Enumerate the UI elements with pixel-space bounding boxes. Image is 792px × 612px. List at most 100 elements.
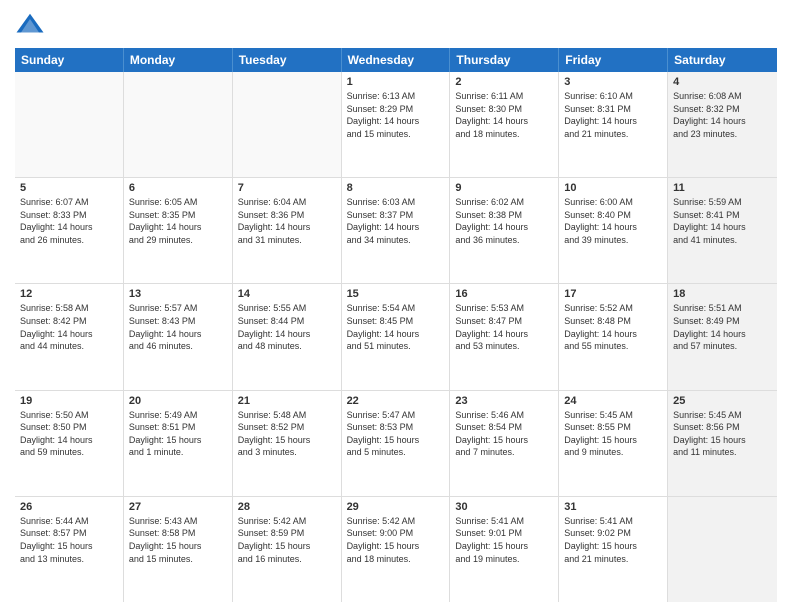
week-row-5: 26 Sunrise: 5:44 AM Sunset: 8:57 PM Dayli…: [15, 497, 777, 602]
day-cell-15: 15Sunrise: 5:54 AM Sunset: 8:45 PM Dayli…: [342, 284, 451, 389]
day-cell-25: 25 Sunrise: 5:45 AM Sunset: 8:56 PM Dayli…: [668, 391, 777, 496]
day-cell-26: 26 Sunrise: 5:44 AM Sunset: 8:57 PM Dayli…: [15, 497, 124, 602]
day-cell-30: 30Sunrise: 5:41 AM Sunset: 9:01 PM Dayli…: [450, 497, 559, 602]
day-header-thursday: Thursday: [450, 48, 559, 72]
day-info: Sunrise: 5:52 AM Sunset: 8:48 PM Dayligh…: [564, 302, 662, 352]
day-header-saturday: Saturday: [668, 48, 777, 72]
day-number: 25: [673, 395, 772, 407]
day-cell-29: 29 Sunrise: 5:42 AM Sunset: 9:00 PM Dayli…: [342, 497, 451, 602]
day-number: 29: [347, 501, 445, 513]
day-number: 6: [129, 182, 227, 194]
day-number: 11: [673, 182, 772, 194]
week-row-2: 5 Sunrise: 6:07 AM Sunset: 8:33 PM Daylig…: [15, 178, 777, 284]
day-cell-21: 21Sunrise: 5:48 AM Sunset: 8:52 PM Dayli…: [233, 391, 342, 496]
day-info: Sunrise: 5:51 AM Sunset: 8:49 PM Dayligh…: [673, 302, 772, 352]
day-number: 7: [238, 182, 336, 194]
day-number: 21: [238, 395, 336, 407]
day-number: 27: [129, 501, 227, 513]
day-number: 18: [673, 288, 772, 300]
day-info: Sunrise: 5:44 AM Sunset: 8:57 PM Dayligh…: [20, 515, 118, 565]
day-info: Sunrise: 6:13 AM Sunset: 8:29 PM Dayligh…: [347, 90, 445, 140]
day-number: 16: [455, 288, 553, 300]
day-number: 17: [564, 288, 662, 300]
day-cell-10: 10 Sunrise: 6:00 AM Sunset: 8:40 PM Dayli…: [559, 178, 668, 283]
day-cell-18: 18 Sunrise: 5:51 AM Sunset: 8:49 PM Dayli…: [668, 284, 777, 389]
day-number: 3: [564, 76, 662, 88]
week-row-4: 19Sunrise: 5:50 AM Sunset: 8:50 PM Dayli…: [15, 391, 777, 497]
day-cell-13: 13 Sunrise: 5:57 AM Sunset: 8:43 PM Dayli…: [124, 284, 233, 389]
logo-icon: [15, 10, 45, 40]
week-row-1: 1Sunrise: 6:13 AM Sunset: 8:29 PM Daylig…: [15, 72, 777, 178]
day-info: Sunrise: 5:42 AM Sunset: 8:59 PM Dayligh…: [238, 515, 336, 565]
day-number: 4: [673, 76, 772, 88]
day-number: 2: [455, 76, 553, 88]
day-info: Sunrise: 5:47 AM Sunset: 8:53 PM Dayligh…: [347, 409, 445, 459]
day-info: Sunrise: 6:00 AM Sunset: 8:40 PM Dayligh…: [564, 196, 662, 246]
day-info: Sunrise: 5:41 AM Sunset: 9:01 PM Dayligh…: [455, 515, 553, 565]
day-number: 31: [564, 501, 662, 513]
day-cell-9: 9 Sunrise: 6:02 AM Sunset: 8:38 PM Daylig…: [450, 178, 559, 283]
empty-cell: [668, 497, 777, 602]
day-cell-2: 2 Sunrise: 6:11 AM Sunset: 8:30 PM Daylig…: [450, 72, 559, 177]
day-number: 12: [20, 288, 118, 300]
day-number: 13: [129, 288, 227, 300]
day-header-tuesday: Tuesday: [233, 48, 342, 72]
empty-cell: [233, 72, 342, 177]
day-info: Sunrise: 5:49 AM Sunset: 8:51 PM Dayligh…: [129, 409, 227, 459]
day-info: Sunrise: 5:45 AM Sunset: 8:56 PM Dayligh…: [673, 409, 772, 459]
page: SundayMondayTuesdayWednesdayThursdayFrid…: [0, 0, 792, 612]
day-number: 9: [455, 182, 553, 194]
day-header-friday: Friday: [559, 48, 668, 72]
day-cell-17: 17 Sunrise: 5:52 AM Sunset: 8:48 PM Dayli…: [559, 284, 668, 389]
logo: [15, 10, 49, 40]
day-cell-5: 5 Sunrise: 6:07 AM Sunset: 8:33 PM Daylig…: [15, 178, 124, 283]
day-info: Sunrise: 5:55 AM Sunset: 8:44 PM Dayligh…: [238, 302, 336, 352]
day-header-wednesday: Wednesday: [342, 48, 451, 72]
day-cell-20: 20 Sunrise: 5:49 AM Sunset: 8:51 PM Dayli…: [124, 391, 233, 496]
day-info: Sunrise: 5:45 AM Sunset: 8:55 PM Dayligh…: [564, 409, 662, 459]
day-cell-16: 16Sunrise: 5:53 AM Sunset: 8:47 PM Dayli…: [450, 284, 559, 389]
day-cell-4: 4 Sunrise: 6:08 AM Sunset: 8:32 PM Daylig…: [668, 72, 777, 177]
day-info: Sunrise: 5:43 AM Sunset: 8:58 PM Dayligh…: [129, 515, 227, 565]
day-cell-27: 27 Sunrise: 5:43 AM Sunset: 8:58 PM Dayli…: [124, 497, 233, 602]
day-number: 28: [238, 501, 336, 513]
day-info: Sunrise: 6:10 AM Sunset: 8:31 PM Dayligh…: [564, 90, 662, 140]
day-number: 10: [564, 182, 662, 194]
day-cell-14: 14Sunrise: 5:55 AM Sunset: 8:44 PM Dayli…: [233, 284, 342, 389]
day-cell-23: 23Sunrise: 5:46 AM Sunset: 8:54 PM Dayli…: [450, 391, 559, 496]
day-info: Sunrise: 5:54 AM Sunset: 8:45 PM Dayligh…: [347, 302, 445, 352]
day-cell-22: 22Sunrise: 5:47 AM Sunset: 8:53 PM Dayli…: [342, 391, 451, 496]
calendar-header: SundayMondayTuesdayWednesdayThursdayFrid…: [15, 48, 777, 72]
day-number: 24: [564, 395, 662, 407]
day-cell-7: 7 Sunrise: 6:04 AM Sunset: 8:36 PM Daylig…: [233, 178, 342, 283]
day-info: Sunrise: 5:42 AM Sunset: 9:00 PM Dayligh…: [347, 515, 445, 565]
day-number: 20: [129, 395, 227, 407]
day-header-sunday: Sunday: [15, 48, 124, 72]
day-info: Sunrise: 5:41 AM Sunset: 9:02 PM Dayligh…: [564, 515, 662, 565]
day-cell-8: 8 Sunrise: 6:03 AM Sunset: 8:37 PM Daylig…: [342, 178, 451, 283]
day-number: 5: [20, 182, 118, 194]
day-cell-11: 11Sunrise: 5:59 AM Sunset: 8:41 PM Dayli…: [668, 178, 777, 283]
day-info: Sunrise: 5:57 AM Sunset: 8:43 PM Dayligh…: [129, 302, 227, 352]
day-cell-3: 3 Sunrise: 6:10 AM Sunset: 8:31 PM Daylig…: [559, 72, 668, 177]
calendar-body: 1Sunrise: 6:13 AM Sunset: 8:29 PM Daylig…: [15, 72, 777, 602]
day-info: Sunrise: 6:02 AM Sunset: 8:38 PM Dayligh…: [455, 196, 553, 246]
day-info: Sunrise: 6:03 AM Sunset: 8:37 PM Dayligh…: [347, 196, 445, 246]
day-cell-1: 1Sunrise: 6:13 AM Sunset: 8:29 PM Daylig…: [342, 72, 451, 177]
day-cell-6: 6 Sunrise: 6:05 AM Sunset: 8:35 PM Daylig…: [124, 178, 233, 283]
day-number: 23: [455, 395, 553, 407]
day-number: 26: [20, 501, 118, 513]
day-info: Sunrise: 6:05 AM Sunset: 8:35 PM Dayligh…: [129, 196, 227, 246]
day-cell-31: 31 Sunrise: 5:41 AM Sunset: 9:02 PM Dayli…: [559, 497, 668, 602]
empty-cell: [124, 72, 233, 177]
calendar: SundayMondayTuesdayWednesdayThursdayFrid…: [15, 48, 777, 602]
day-info: Sunrise: 6:08 AM Sunset: 8:32 PM Dayligh…: [673, 90, 772, 140]
day-info: Sunrise: 6:11 AM Sunset: 8:30 PM Dayligh…: [455, 90, 553, 140]
day-info: Sunrise: 6:07 AM Sunset: 8:33 PM Dayligh…: [20, 196, 118, 246]
header: [15, 10, 777, 40]
day-number: 8: [347, 182, 445, 194]
day-info: Sunrise: 6:04 AM Sunset: 8:36 PM Dayligh…: [238, 196, 336, 246]
day-info: Sunrise: 5:50 AM Sunset: 8:50 PM Dayligh…: [20, 409, 118, 459]
day-cell-24: 24 Sunrise: 5:45 AM Sunset: 8:55 PM Dayli…: [559, 391, 668, 496]
day-info: Sunrise: 5:58 AM Sunset: 8:42 PM Dayligh…: [20, 302, 118, 352]
